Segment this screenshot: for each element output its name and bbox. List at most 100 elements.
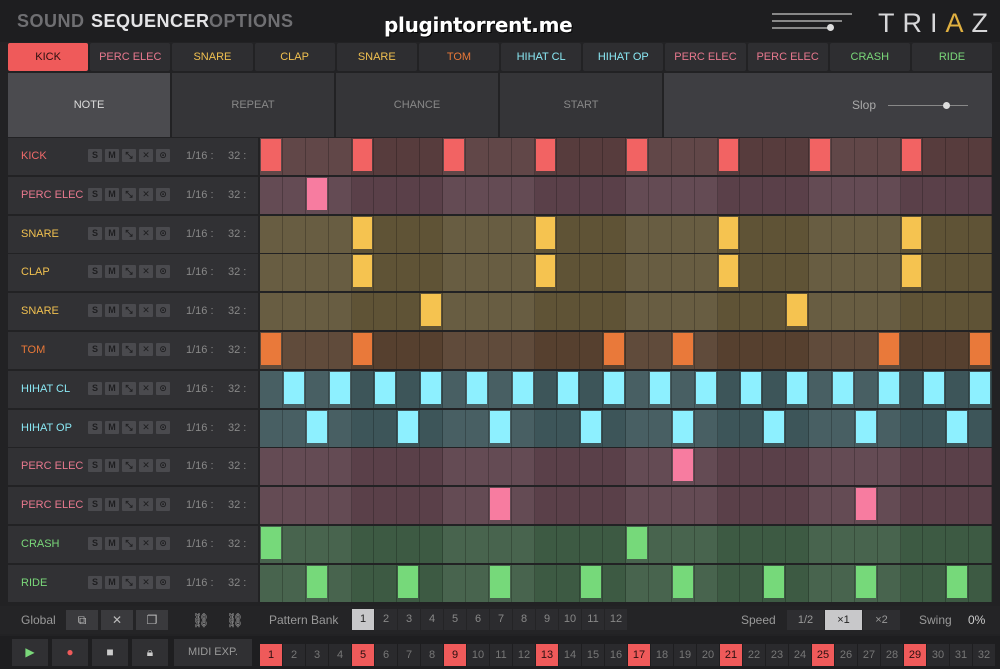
step-cell[interactable] xyxy=(557,332,581,369)
step-cell[interactable] xyxy=(557,293,581,330)
step-cell[interactable] xyxy=(901,487,924,524)
step-cell[interactable] xyxy=(603,177,626,214)
step-cell[interactable] xyxy=(969,177,992,214)
step-cell[interactable] xyxy=(923,371,947,408)
instrument-tab[interactable]: CRASH xyxy=(829,43,910,71)
step-cell[interactable] xyxy=(465,293,489,330)
solo-button[interactable]: S xyxy=(88,498,102,511)
pattern-slot[interactable]: 6 xyxy=(467,609,489,630)
step-cell[interactable] xyxy=(603,332,626,369)
step-cell[interactable] xyxy=(854,216,878,253)
step-cell[interactable] xyxy=(557,565,581,602)
randomize-icon[interactable]: ⤡ xyxy=(122,576,136,589)
copy-icon[interactable]: ⧉ xyxy=(66,610,98,630)
step-cell[interactable] xyxy=(352,177,375,214)
step-cell[interactable] xyxy=(901,565,924,602)
track-header[interactable]: CRASH S M ⤡ ✕ ⊙ 1/16 : 32 : xyxy=(8,526,258,563)
step-cell[interactable] xyxy=(786,410,809,447)
step-cell[interactable] xyxy=(420,138,443,175)
step-cell[interactable] xyxy=(603,293,626,330)
mode-repeat-tab[interactable]: REPEAT xyxy=(172,73,334,137)
step-cell[interactable] xyxy=(420,293,443,330)
step-cell[interactable] xyxy=(580,487,604,524)
step-cell[interactable] xyxy=(603,526,626,563)
step-cell[interactable] xyxy=(282,254,306,291)
step-cell[interactable] xyxy=(420,371,443,408)
step-cell[interactable] xyxy=(374,293,398,330)
step-cell[interactable] xyxy=(763,332,787,369)
paste-icon[interactable]: ❐ xyxy=(136,610,168,630)
randomize-icon[interactable]: ⤡ xyxy=(122,537,136,550)
step-cell[interactable] xyxy=(923,177,947,214)
step-cell[interactable] xyxy=(488,410,512,447)
step-cell[interactable] xyxy=(946,565,970,602)
pattern-slot[interactable]: 2 xyxy=(375,609,397,630)
step-cell[interactable] xyxy=(465,177,489,214)
step-cell[interactable] xyxy=(511,293,535,330)
step-cell[interactable] xyxy=(901,138,924,175)
step-cell[interactable] xyxy=(465,332,489,369)
step-cell[interactable] xyxy=(535,216,558,253)
step-cell[interactable] xyxy=(854,487,878,524)
pattern-slot[interactable]: 1 xyxy=(352,609,374,630)
step-number[interactable]: 15 xyxy=(582,644,604,666)
settings-icon[interactable]: ⊙ xyxy=(156,227,170,240)
randomize-icon[interactable]: ⤡ xyxy=(122,227,136,240)
step-cell[interactable] xyxy=(397,487,421,524)
step-cell[interactable] xyxy=(580,526,604,563)
settings-icon[interactable]: ⊙ xyxy=(156,498,170,511)
step-cell[interactable] xyxy=(397,332,421,369)
step-cell[interactable] xyxy=(718,254,741,291)
step-cell[interactable] xyxy=(626,177,649,214)
step-cell[interactable] xyxy=(511,332,535,369)
step-cell[interactable] xyxy=(877,138,901,175)
step-cell[interactable] xyxy=(740,565,764,602)
step-cell[interactable] xyxy=(763,177,787,214)
track-resolution[interactable]: 1/16 : xyxy=(186,460,214,472)
step-cell[interactable] xyxy=(282,448,306,485)
step-cell[interactable] xyxy=(946,177,970,214)
step-cell[interactable] xyxy=(282,371,306,408)
step-cell[interactable] xyxy=(397,410,421,447)
step-cell[interactable] xyxy=(648,293,672,330)
step-cell[interactable] xyxy=(535,177,558,214)
step-cell[interactable] xyxy=(969,448,992,485)
step-number[interactable]: 1 xyxy=(260,644,282,666)
mute-button[interactable]: M xyxy=(105,498,119,511)
step-cell[interactable] xyxy=(648,177,672,214)
step-cell[interactable] xyxy=(694,138,718,175)
step-cell[interactable] xyxy=(969,216,992,253)
step-cell[interactable] xyxy=(648,371,672,408)
step-cell[interactable] xyxy=(854,410,878,447)
step-number[interactable]: 29 xyxy=(904,644,926,666)
step-number[interactable]: 5 xyxy=(352,644,374,666)
step-cell[interactable] xyxy=(420,565,443,602)
clear-track-icon[interactable]: ✕ xyxy=(139,149,153,162)
step-cell[interactable] xyxy=(763,448,787,485)
step-cell[interactable] xyxy=(809,410,832,447)
step-cell[interactable] xyxy=(328,332,352,369)
clear-track-icon[interactable]: ✕ xyxy=(139,537,153,550)
step-cell[interactable] xyxy=(809,565,832,602)
step-cell[interactable] xyxy=(946,254,970,291)
solo-button[interactable]: S xyxy=(88,149,102,162)
step-cell[interactable] xyxy=(305,371,329,408)
step-cell[interactable] xyxy=(648,254,672,291)
mute-button[interactable]: M xyxy=(105,421,119,434)
step-cell[interactable] xyxy=(260,565,283,602)
clear-track-icon[interactable]: ✕ xyxy=(139,188,153,201)
clear-track-icon[interactable]: ✕ xyxy=(139,576,153,589)
track-header[interactable]: PERC ELEC S M ⤡ ✕ ⊙ 1/16 : 32 : xyxy=(8,487,258,524)
step-cell[interactable] xyxy=(443,410,466,447)
step-cell[interactable] xyxy=(694,526,718,563)
track-resolution[interactable]: 1/16 : xyxy=(186,189,214,201)
step-cell[interactable] xyxy=(809,526,832,563)
solo-button[interactable]: S xyxy=(88,382,102,395)
step-cell[interactable] xyxy=(809,138,832,175)
step-cell[interactable] xyxy=(901,448,924,485)
mute-button[interactable]: M xyxy=(105,188,119,201)
settings-icon[interactable]: ⊙ xyxy=(156,149,170,162)
step-cell[interactable] xyxy=(877,565,901,602)
step-cell[interactable] xyxy=(511,410,535,447)
track-length[interactable]: 32 : xyxy=(228,189,246,201)
